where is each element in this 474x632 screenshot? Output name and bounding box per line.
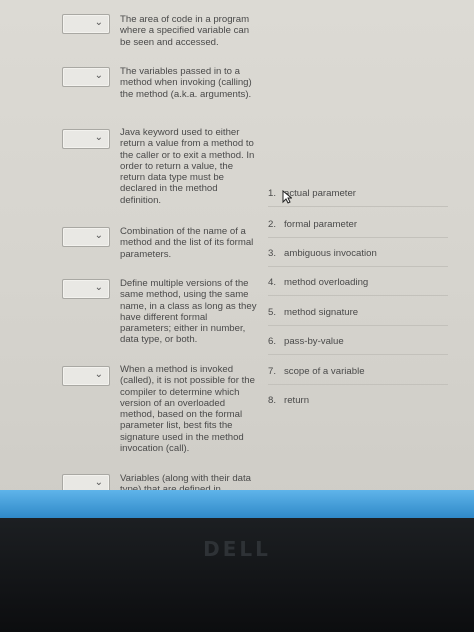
answer-select-2[interactable]: ⌄ [62, 67, 110, 87]
chevron-down-icon: ⌄ [94, 70, 103, 81]
chevron-down-icon: ⌄ [94, 477, 103, 488]
question-text-2: The variables passed in to a method when… [120, 66, 252, 100]
answer-option-1: 1. actual parameter [268, 188, 356, 199]
answer-select-3[interactable]: ⌄ [62, 129, 110, 149]
divider [268, 325, 448, 326]
question-text-1: The area of code in a program where a sp… [120, 14, 250, 48]
question-text-3: Java keyword used to either return a val… [120, 127, 255, 206]
divider [268, 237, 448, 238]
answer-option-5: 5. method signature [268, 307, 359, 318]
answer-option-8: 8. return [268, 395, 310, 406]
monitor-bezel [0, 518, 474, 632]
answer-option-3: 3. ambiguous invocation [268, 248, 377, 259]
question-text-4: Combination of the name of a method and … [120, 226, 254, 260]
taskbar [0, 490, 474, 518]
answer-option-6: 6. pass-by-value [268, 336, 344, 347]
answer-option-4: 4. method overloading [268, 277, 369, 288]
answer-option-7: 7. scope of a variable [268, 366, 365, 377]
divider [268, 354, 448, 355]
question-text-5: Define multiple versions of the same met… [120, 278, 257, 346]
chevron-down-icon: ⌄ [94, 369, 103, 380]
mouse-cursor-icon [282, 189, 293, 207]
divider [268, 295, 448, 296]
answer-select-1[interactable]: ⌄ [62, 14, 110, 34]
divider [268, 206, 448, 207]
brand-logo: DELL [203, 537, 271, 561]
answer-select-6[interactable]: ⌄ [62, 366, 110, 386]
question-text-6: When a method is invoked (called), it is… [120, 364, 255, 455]
divider [268, 384, 448, 385]
chevron-down-icon: ⌄ [94, 132, 103, 143]
quiz-screen: ⌄ The area of code in a program where a … [0, 0, 474, 500]
answer-select-5[interactable]: ⌄ [62, 279, 110, 299]
chevron-down-icon: ⌄ [94, 17, 103, 28]
divider [268, 266, 448, 267]
chevron-down-icon: ⌄ [94, 282, 103, 293]
answer-option-2: 2. formal parameter [268, 219, 358, 230]
answer-select-4[interactable]: ⌄ [62, 227, 110, 247]
chevron-down-icon: ⌄ [94, 230, 103, 241]
